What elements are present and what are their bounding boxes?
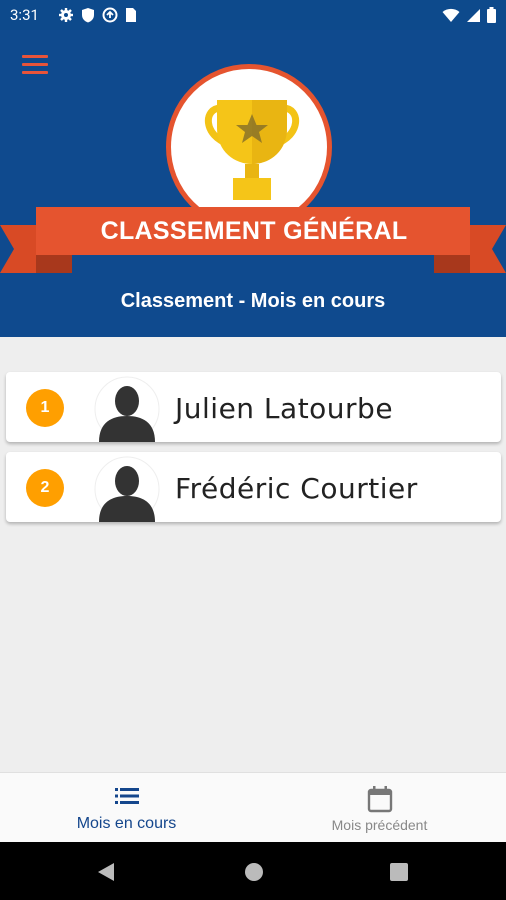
calendar-icon bbox=[367, 786, 392, 813]
page-subtitle: Classement - Mois en cours bbox=[120, 290, 386, 312]
tab-previous-month[interactable]: Mois précédent bbox=[253, 773, 506, 843]
shield-icon bbox=[82, 8, 94, 23]
sim-icon bbox=[126, 8, 136, 22]
list-item[interactable]: 2 Frédéric Courtier bbox=[6, 452, 501, 522]
home-icon[interactable] bbox=[244, 862, 264, 882]
wifi-icon bbox=[442, 8, 460, 22]
sync-icon bbox=[102, 7, 118, 23]
status-time: 3:31 bbox=[10, 6, 39, 24]
bottom-navigation: Mois en cours Mois précédent bbox=[0, 772, 506, 843]
ranking-list: 1 Julien Latourbe 2 Frédéric Courtier bbox=[6, 372, 501, 532]
settings-icon bbox=[59, 8, 73, 22]
recents-icon[interactable] bbox=[390, 863, 408, 881]
signal-icon bbox=[467, 8, 480, 22]
player-name: Frédéric Courtier bbox=[175, 472, 418, 505]
tab-previous-month-label: Mois précédent bbox=[331, 817, 428, 833]
player-name: Julien Latourbe bbox=[175, 392, 394, 425]
battery-icon bbox=[487, 7, 496, 23]
banner-title: CLASSEMENT GÉNÉRAL bbox=[100, 217, 408, 245]
list-item[interactable]: 1 Julien Latourbe bbox=[6, 372, 501, 442]
status-system-icons bbox=[442, 7, 496, 23]
rank-badge: 2 bbox=[26, 469, 64, 507]
avatar-icon bbox=[94, 456, 160, 522]
status-bar: 3:31 bbox=[0, 0, 506, 30]
system-navigation-bar bbox=[0, 842, 506, 900]
back-icon[interactable] bbox=[97, 862, 115, 882]
avatar-icon bbox=[94, 376, 160, 442]
menu-icon[interactable] bbox=[22, 55, 48, 77]
list-icon bbox=[114, 788, 139, 804]
trophy-icon bbox=[204, 100, 300, 200]
tab-current-month-label: Mois en cours bbox=[76, 815, 177, 832]
tab-current-month[interactable]: Mois en cours bbox=[0, 773, 253, 843]
rank-badge: 1 bbox=[26, 389, 64, 427]
status-notification-icons bbox=[58, 7, 137, 23]
